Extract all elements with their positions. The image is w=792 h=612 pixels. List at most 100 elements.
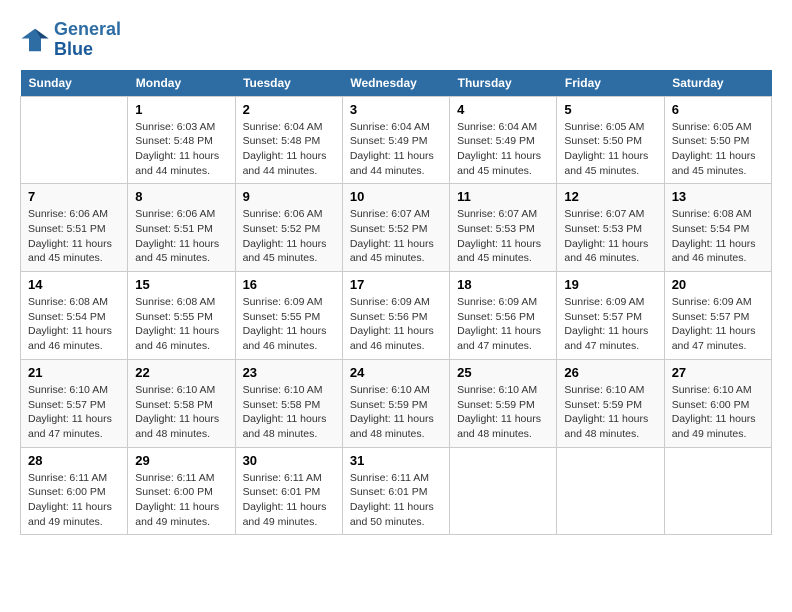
logo-text: General Blue (54, 20, 121, 60)
day-number: 14 (28, 277, 120, 292)
calendar-week-4: 21Sunrise: 6:10 AM Sunset: 5:57 PM Dayli… (21, 359, 772, 447)
day-info: Sunrise: 6:11 AM Sunset: 6:01 PM Dayligh… (350, 471, 442, 530)
day-info: Sunrise: 6:08 AM Sunset: 5:55 PM Dayligh… (135, 295, 227, 354)
day-number: 22 (135, 365, 227, 380)
day-info: Sunrise: 6:09 AM Sunset: 5:56 PM Dayligh… (457, 295, 549, 354)
calendar-cell: 28 Sunrise: 6:11 AM Sunset: 6:00 PM Dayli… (21, 447, 128, 535)
day-header-wednesday: Wednesday (342, 70, 449, 97)
day-info: Sunrise: 6:07 AM Sunset: 5:53 PM Dayligh… (564, 207, 656, 266)
day-header-saturday: Saturday (664, 70, 771, 97)
day-number: 9 (243, 189, 335, 204)
calendar-cell: 9 Sunrise: 6:06 AM Sunset: 5:52 PM Daylig… (235, 184, 342, 272)
day-info: Sunrise: 6:11 AM Sunset: 6:00 PM Dayligh… (135, 471, 227, 530)
day-info: Sunrise: 6:10 AM Sunset: 5:59 PM Dayligh… (457, 383, 549, 442)
day-info: Sunrise: 6:05 AM Sunset: 5:50 PM Dayligh… (672, 120, 764, 179)
calendar-cell: 25 Sunrise: 6:10 AM Sunset: 5:59 PM Dayli… (450, 359, 557, 447)
day-number: 10 (350, 189, 442, 204)
calendar-cell: 2 Sunrise: 6:04 AM Sunset: 5:48 PM Daylig… (235, 96, 342, 184)
calendar-cell: 6 Sunrise: 6:05 AM Sunset: 5:50 PM Daylig… (664, 96, 771, 184)
day-info: Sunrise: 6:06 AM Sunset: 5:51 PM Dayligh… (28, 207, 120, 266)
calendar-cell (557, 447, 664, 535)
calendar-cell: 12Sunrise: 6:07 AM Sunset: 5:53 PM Dayli… (557, 184, 664, 272)
calendar-cell: 24 Sunrise: 6:10 AM Sunset: 5:59 PM Dayli… (342, 359, 449, 447)
day-number: 19 (564, 277, 656, 292)
calendar-table: SundayMondayTuesdayWednesdayThursdayFrid… (20, 70, 772, 536)
day-info: Sunrise: 6:10 AM Sunset: 5:59 PM Dayligh… (564, 383, 656, 442)
calendar-cell: 10 Sunrise: 6:07 AM Sunset: 5:52 PM Dayli… (342, 184, 449, 272)
day-number: 6 (672, 102, 764, 117)
calendar-cell: 18 Sunrise: 6:09 AM Sunset: 5:56 PM Dayli… (450, 272, 557, 360)
calendar-cell: 3Sunrise: 6:04 AM Sunset: 5:49 PM Daylig… (342, 96, 449, 184)
day-number: 18 (457, 277, 549, 292)
day-info: Sunrise: 6:09 AM Sunset: 5:56 PM Dayligh… (350, 295, 442, 354)
day-info: Sunrise: 6:09 AM Sunset: 5:57 PM Dayligh… (564, 295, 656, 354)
day-number: 21 (28, 365, 120, 380)
day-header-sunday: Sunday (21, 70, 128, 97)
day-info: Sunrise: 6:03 AM Sunset: 5:48 PM Dayligh… (135, 120, 227, 179)
day-info: Sunrise: 6:08 AM Sunset: 5:54 PM Dayligh… (672, 207, 764, 266)
calendar-cell: 13Sunrise: 6:08 AM Sunset: 5:54 PM Dayli… (664, 184, 771, 272)
calendar-cell: 31 Sunrise: 6:11 AM Sunset: 6:01 PM Dayli… (342, 447, 449, 535)
day-number: 17 (350, 277, 442, 292)
calendar-cell: 21Sunrise: 6:10 AM Sunset: 5:57 PM Dayli… (21, 359, 128, 447)
calendar-cell: 22 Sunrise: 6:10 AM Sunset: 5:58 PM Dayli… (128, 359, 235, 447)
calendar-cell: 7 Sunrise: 6:06 AM Sunset: 5:51 PM Daylig… (21, 184, 128, 272)
day-info: Sunrise: 6:04 AM Sunset: 5:48 PM Dayligh… (243, 120, 335, 179)
day-info: Sunrise: 6:04 AM Sunset: 5:49 PM Dayligh… (350, 120, 442, 179)
day-info: Sunrise: 6:11 AM Sunset: 6:01 PM Dayligh… (243, 471, 335, 530)
day-header-thursday: Thursday (450, 70, 557, 97)
day-info: Sunrise: 6:08 AM Sunset: 5:54 PM Dayligh… (28, 295, 120, 354)
calendar-cell (664, 447, 771, 535)
day-number: 8 (135, 189, 227, 204)
day-number: 16 (243, 277, 335, 292)
calendar-cell: 14 Sunrise: 6:08 AM Sunset: 5:54 PM Dayli… (21, 272, 128, 360)
calendar-week-5: 28 Sunrise: 6:11 AM Sunset: 6:00 PM Dayli… (21, 447, 772, 535)
day-number: 11 (457, 189, 549, 204)
day-info: Sunrise: 6:10 AM Sunset: 5:58 PM Dayligh… (135, 383, 227, 442)
day-number: 25 (457, 365, 549, 380)
day-info: Sunrise: 6:09 AM Sunset: 5:57 PM Dayligh… (672, 295, 764, 354)
day-number: 5 (564, 102, 656, 117)
calendar-cell: 20 Sunrise: 6:09 AM Sunset: 5:57 PM Dayli… (664, 272, 771, 360)
calendar-cell: 19 Sunrise: 6:09 AM Sunset: 5:57 PM Dayli… (557, 272, 664, 360)
logo: General Blue (20, 20, 121, 60)
calendar-cell: 16Sunrise: 6:09 AM Sunset: 5:55 PM Dayli… (235, 272, 342, 360)
calendar-cell: 5 Sunrise: 6:05 AM Sunset: 5:50 PM Daylig… (557, 96, 664, 184)
calendar-cell: 26 Sunrise: 6:10 AM Sunset: 5:59 PM Dayli… (557, 359, 664, 447)
calendar-cell: 15Sunrise: 6:08 AM Sunset: 5:55 PM Dayli… (128, 272, 235, 360)
day-info: Sunrise: 6:06 AM Sunset: 5:52 PM Dayligh… (243, 207, 335, 266)
day-number: 26 (564, 365, 656, 380)
day-number: 30 (243, 453, 335, 468)
day-number: 27 (672, 365, 764, 380)
day-number: 24 (350, 365, 442, 380)
day-header-friday: Friday (557, 70, 664, 97)
calendar-cell: 1 Sunrise: 6:03 AM Sunset: 5:48 PM Daylig… (128, 96, 235, 184)
calendar-cell: 30 Sunrise: 6:11 AM Sunset: 6:01 PM Dayli… (235, 447, 342, 535)
calendar-body: 1 Sunrise: 6:03 AM Sunset: 5:48 PM Daylig… (21, 96, 772, 535)
day-info: Sunrise: 6:10 AM Sunset: 5:59 PM Dayligh… (350, 383, 442, 442)
calendar-cell: 27Sunrise: 6:10 AM Sunset: 6:00 PM Dayli… (664, 359, 771, 447)
day-info: Sunrise: 6:04 AM Sunset: 5:49 PM Dayligh… (457, 120, 549, 179)
day-info: Sunrise: 6:07 AM Sunset: 5:52 PM Dayligh… (350, 207, 442, 266)
day-number: 23 (243, 365, 335, 380)
logo-icon (20, 25, 50, 55)
day-number: 2 (243, 102, 335, 117)
day-number: 20 (672, 277, 764, 292)
calendar-cell: 4Sunrise: 6:04 AM Sunset: 5:49 PM Daylig… (450, 96, 557, 184)
calendar-week-3: 14 Sunrise: 6:08 AM Sunset: 5:54 PM Dayli… (21, 272, 772, 360)
calendar-week-2: 7 Sunrise: 6:06 AM Sunset: 5:51 PM Daylig… (21, 184, 772, 272)
calendar-cell (450, 447, 557, 535)
day-number: 28 (28, 453, 120, 468)
day-number: 7 (28, 189, 120, 204)
day-number: 31 (350, 453, 442, 468)
day-info: Sunrise: 6:05 AM Sunset: 5:50 PM Dayligh… (564, 120, 656, 179)
calendar-cell: 23Sunrise: 6:10 AM Sunset: 5:58 PM Dayli… (235, 359, 342, 447)
day-info: Sunrise: 6:07 AM Sunset: 5:53 PM Dayligh… (457, 207, 549, 266)
page-header: General Blue (20, 20, 772, 60)
calendar-cell: 11 Sunrise: 6:07 AM Sunset: 5:53 PM Dayli… (450, 184, 557, 272)
day-info: Sunrise: 6:11 AM Sunset: 6:00 PM Dayligh… (28, 471, 120, 530)
day-info: Sunrise: 6:06 AM Sunset: 5:51 PM Dayligh… (135, 207, 227, 266)
calendar-header-row: SundayMondayTuesdayWednesdayThursdayFrid… (21, 70, 772, 97)
day-number: 1 (135, 102, 227, 117)
calendar-cell: 29Sunrise: 6:11 AM Sunset: 6:00 PM Dayli… (128, 447, 235, 535)
